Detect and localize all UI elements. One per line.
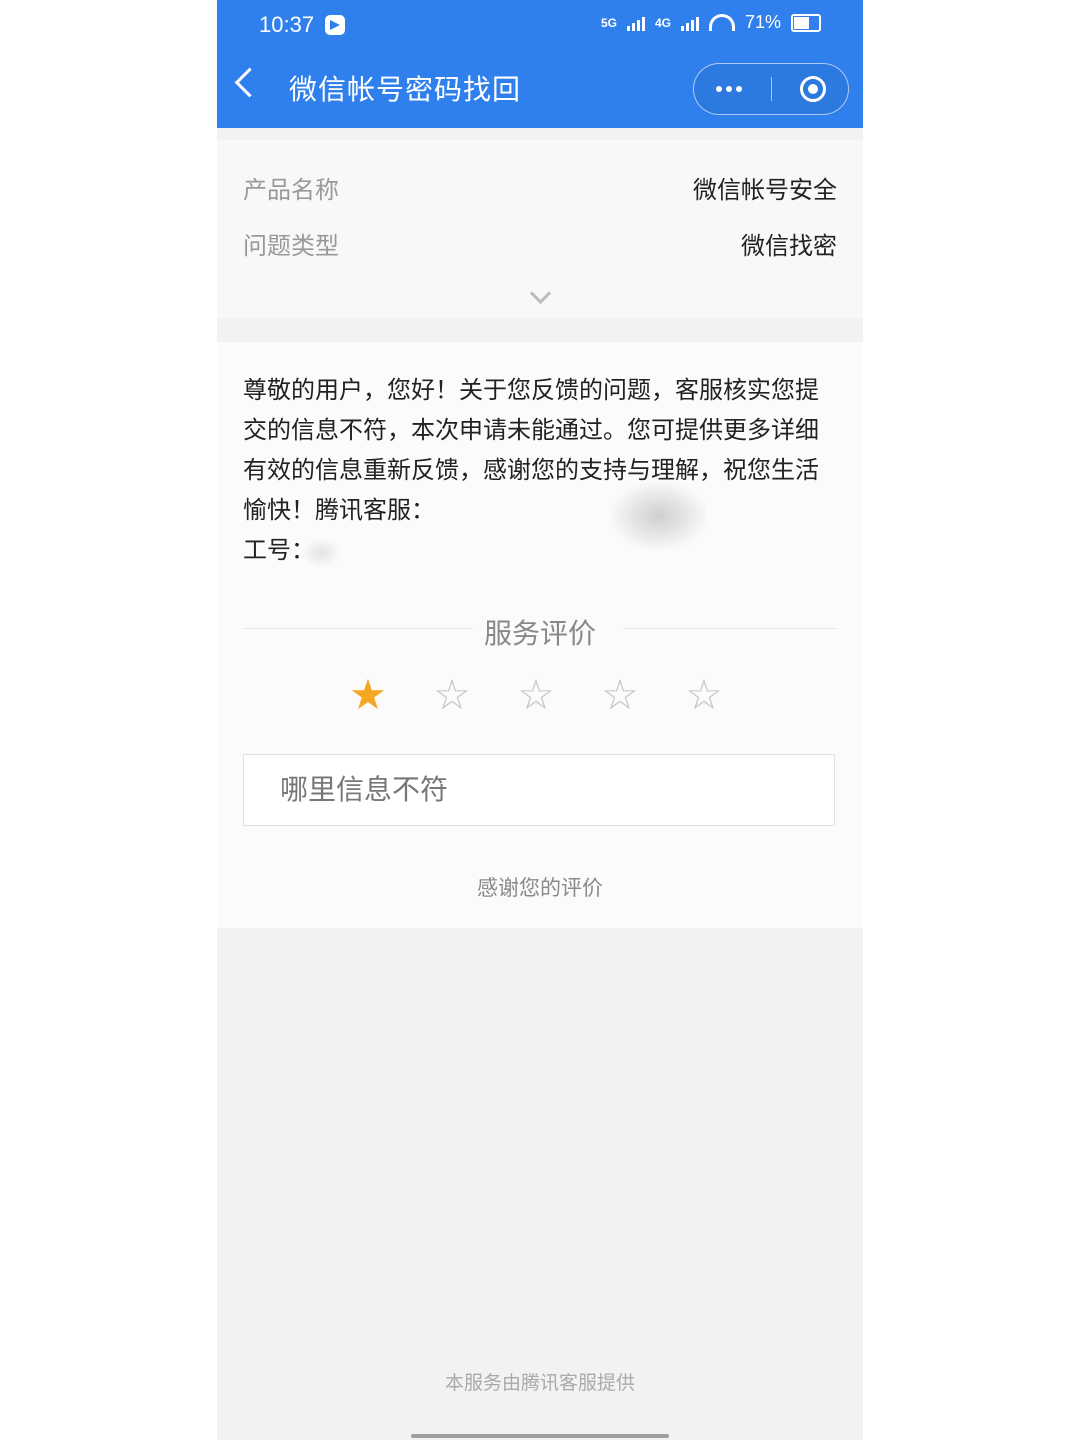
star-empty-icon[interactable]: ☆ [513,672,559,718]
back-icon[interactable] [234,67,265,98]
info-label: 产品名称 [243,176,339,204]
battery-percent: 71% [744,12,781,32]
more-icon[interactable] [716,84,746,95]
telegram-icon [325,15,345,35]
nav-bar: 10:37 5G 4G 71% 微信帐号密码找回 [217,0,863,128]
page-title: 微信帐号密码找回 [289,73,522,106]
battery-icon [791,13,821,32]
footer-text: 本服务由腾讯客服提供 [444,1372,635,1394]
capsule-divider [771,77,772,101]
rating-stars: ★ ☆ ☆ ☆ ☆ [345,672,727,718]
star-empty-icon[interactable]: ☆ [429,672,475,718]
info-label: 问题类型 [243,232,339,260]
chevron-down-icon[interactable] [529,282,552,305]
redaction-blur [611,482,707,550]
status-icons: 5G 4G 71% [601,12,821,33]
home-indicator[interactable] [411,1434,669,1438]
info-row-product: 产品名称 微信帐号安全 [243,170,837,210]
info-value: 微信帐号安全 [693,176,837,204]
miniprogram-capsule [693,63,849,115]
phone-screen: 10:37 5G 4G 71% 微信帐号密码找回 产品名称 微信帐号安全 问题类… [217,0,863,1440]
star-filled-icon[interactable]: ★ [345,672,391,718]
network-4g-label: 4G [654,15,671,30]
rating-title: 服务评价 [483,617,596,650]
close-miniprogram-icon[interactable] [800,76,826,102]
redaction-blur [301,538,341,568]
ticket-info: 产品名称 微信帐号安全 问题类型 微信找密 [217,140,863,318]
network-5g-label: 5G [600,15,617,30]
status-time: 10:37 [259,12,315,37]
thanks-text: 感谢您的评价 [477,876,603,900]
reply-content: 尊敬的用户，您好！关于您反馈的问题，客服核实您提交的信息不符，本次申请未能通过。… [217,342,863,928]
info-value: 微信找密 [741,232,837,260]
wifi-icon [708,14,735,31]
signal-icon [680,15,699,31]
info-row-type: 问题类型 微信找密 [243,226,837,266]
star-empty-icon[interactable]: ☆ [597,672,643,718]
feedback-input[interactable]: 哪里信息不符 [243,754,835,826]
signal-icon [626,15,645,31]
star-empty-icon[interactable]: ☆ [681,672,727,718]
